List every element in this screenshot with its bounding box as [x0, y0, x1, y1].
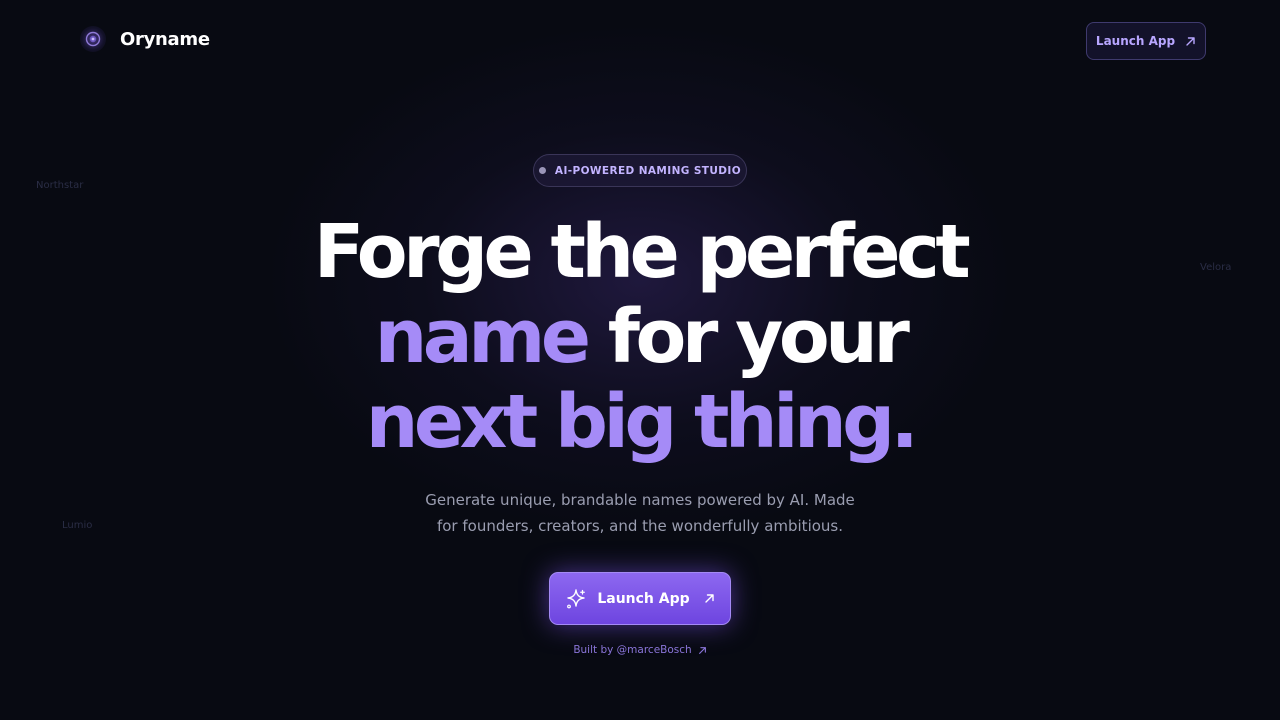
- site-header: Oryname Launch App: [0, 0, 1280, 82]
- orb-icon: [80, 26, 106, 52]
- headline-line-2-rest: for your: [586, 294, 910, 380]
- arrow-up-right-icon: [698, 646, 707, 655]
- built-by-text: Built by @marceBosch: [573, 644, 692, 656]
- hero-subtitle: Generate unique, brandable names powered…: [390, 487, 890, 539]
- background-word: Lumio: [62, 520, 93, 531]
- sparkles-icon: [565, 588, 587, 610]
- launch-app-label: Launch App: [597, 590, 690, 607]
- badge-dot-icon: [538, 167, 546, 174]
- background-word: Northstar: [36, 180, 84, 191]
- headline-accent-name: name: [374, 294, 591, 380]
- arrow-up-right-icon: [1185, 36, 1196, 47]
- arrow-up-right-icon: [704, 593, 715, 604]
- brand-logo[interactable]: Oryname: [80, 26, 210, 52]
- background-word: Velora: [1200, 262, 1232, 273]
- launch-app-button[interactable]: Launch App: [549, 572, 731, 625]
- badge-text: AI-POWERED NAMING STUDIO: [554, 164, 742, 177]
- hero-subtitle-line-2: for founders, creators, and the wonderfu…: [436, 517, 844, 535]
- headline-line-3: next big thing.: [365, 379, 919, 465]
- built-by-link[interactable]: Built by @marceBosch: [540, 644, 740, 656]
- headline-line-1: Forge the perfect: [313, 209, 971, 295]
- hero-subtitle-line-1: Generate unique, brandable names powered…: [425, 491, 855, 509]
- hero-headline: Forge the perfect name for your next big…: [240, 210, 1040, 465]
- header-launch-app-button[interactable]: Launch App: [1086, 22, 1206, 60]
- headline-line-2: name for your: [240, 295, 1040, 380]
- brand-name: Oryname: [120, 28, 210, 50]
- header-launch-app-label: Launch App: [1095, 34, 1176, 48]
- badge-pill: AI-POWERED NAMING STUDIO: [533, 154, 747, 187]
